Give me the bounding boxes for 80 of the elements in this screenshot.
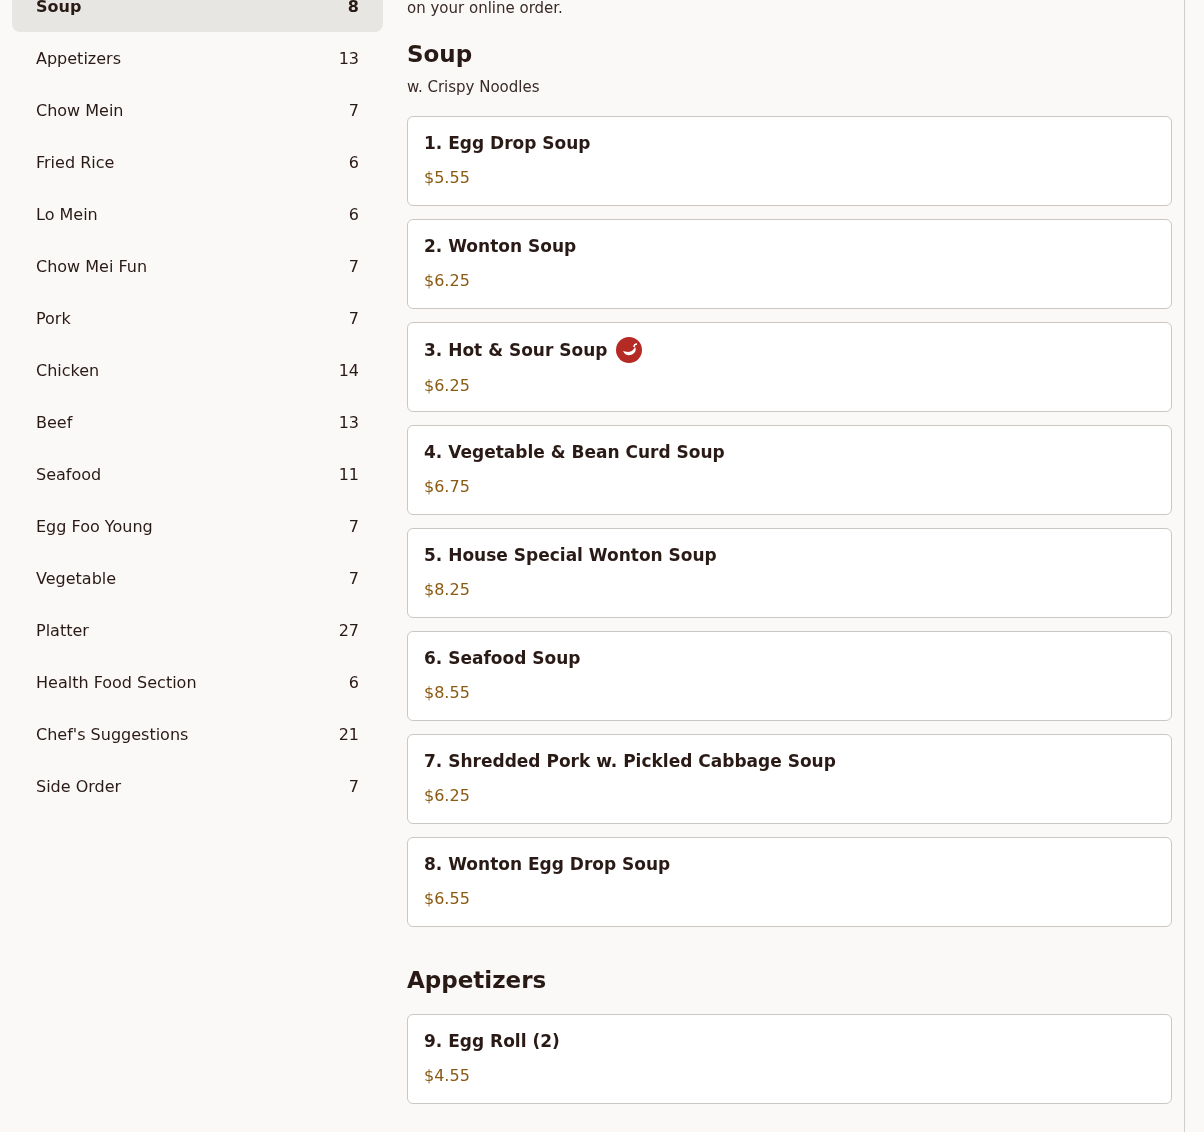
item-price: $6.75: [424, 476, 471, 498]
item-name: 3. Hot & Sour Soup: [424, 339, 608, 362]
section-title: Appetizers: [407, 966, 548, 995]
item-name: 7. Shredded Pork w. Pickled Cabbage Soup: [424, 750, 836, 773]
category-count: 11: [338, 464, 359, 484]
category-name: Fried Rice: [36, 152, 115, 172]
item-price: $6.25: [424, 785, 471, 807]
category-count: 7: [348, 256, 359, 276]
category-name: Chow Mein: [36, 100, 124, 120]
category-item[interactable]: Appetizers 13: [12, 32, 383, 84]
category-name: Platter: [36, 620, 89, 640]
category-count: 27: [338, 620, 359, 640]
category-count: 13: [338, 48, 359, 68]
category-count: 7: [348, 516, 359, 536]
category-count: 6: [348, 672, 359, 692]
order-note: on your online order.: [407, 0, 564, 19]
menu-item-card[interactable]: 2. Wonton Soup $6.25: [407, 219, 1172, 309]
category-count: 7: [348, 568, 359, 588]
category-item[interactable]: Chicken 14: [12, 344, 383, 396]
category-item[interactable]: Side Order 7: [12, 760, 383, 812]
item-price: $4.55: [424, 1065, 471, 1087]
category-name: Lo Mein: [36, 204, 98, 224]
category-item[interactable]: Beef 13: [12, 396, 383, 448]
category-name: Health Food Section: [36, 672, 197, 692]
category-item[interactable]: Soup 8: [12, 0, 383, 32]
category-item[interactable]: Seafood 11: [12, 448, 383, 500]
menu-item-card[interactable]: 3. Hot & Sour Soup $6.25: [407, 322, 1172, 412]
category-item[interactable]: Vegetable 7: [12, 552, 383, 604]
item-name: 6. Seafood Soup: [424, 647, 581, 670]
category-item[interactable]: Pork 7: [12, 292, 383, 344]
menu-item-card[interactable]: 9. Egg Roll (2) $4.55: [407, 1014, 1172, 1104]
category-name: Soup: [36, 0, 82, 16]
item-name: 5. House Special Wonton Soup: [424, 544, 717, 567]
category-item[interactable]: Health Food Section 6: [12, 656, 383, 708]
category-item[interactable]: Egg Foo Young 7: [12, 500, 383, 552]
category-count: 14: [338, 360, 359, 380]
item-price: $6.25: [424, 270, 471, 292]
item-price: $8.25: [424, 579, 471, 601]
section-subtitle: w. Crispy Noodles: [407, 77, 541, 97]
category-name: Chicken: [36, 360, 100, 380]
category-name: Chef's Suggestions: [36, 724, 189, 744]
category-item[interactable]: Chow Mei Fun 7: [12, 240, 383, 292]
category-count: 7: [348, 308, 359, 328]
menu-item-card[interactable]: 4. Vegetable & Bean Curd Soup $6.75: [407, 425, 1172, 515]
item-name: 8. Wonton Egg Drop Soup: [424, 853, 671, 876]
category-count: 7: [348, 100, 359, 120]
category-name: Side Order: [36, 776, 122, 796]
category-count: 7: [348, 776, 359, 796]
item-name: 9. Egg Roll (2): [424, 1030, 560, 1053]
item-price: $5.55: [424, 167, 471, 189]
menu-item-card[interactable]: 5. House Special Wonton Soup $8.25: [407, 528, 1172, 618]
category-count: 13: [338, 412, 359, 432]
item-name: 4. Vegetable & Bean Curd Soup: [424, 441, 725, 464]
category-count: 8: [347, 0, 359, 16]
category-count: 6: [348, 204, 359, 224]
item-price: $8.55: [424, 682, 471, 704]
category-name: Chow Mei Fun: [36, 256, 148, 276]
category-item[interactable]: Chef's Suggestions 21: [12, 708, 383, 760]
item-price: $6.55: [424, 888, 471, 910]
menu-item-card[interactable]: 8. Wonton Egg Drop Soup $6.55: [407, 837, 1172, 927]
section-title: Soup: [407, 40, 474, 69]
category-item[interactable]: Lo Mein 6: [12, 188, 383, 240]
category-name: Appetizers: [36, 48, 121, 68]
category-name: Egg Foo Young: [36, 516, 153, 536]
category-name: Beef: [36, 412, 73, 432]
chili-icon: [616, 337, 643, 363]
category-count: 6: [348, 152, 359, 172]
item-name: 1. Egg Drop Soup: [424, 132, 591, 155]
category-item[interactable]: Chow Mein 7: [12, 84, 383, 136]
menu-item-card[interactable]: 7. Shredded Pork w. Pickled Cabbage Soup $6.25: [407, 734, 1172, 824]
menu-item-card[interactable]: 1. Egg Drop Soup $5.55: [407, 116, 1172, 206]
category-count: 21: [338, 724, 359, 744]
category-item[interactable]: Fried Rice 6: [12, 136, 383, 188]
item-price: $6.25: [424, 375, 471, 397]
item-name: 2. Wonton Soup: [424, 235, 577, 258]
category-item[interactable]: Platter 27: [12, 604, 383, 656]
category-name: Seafood: [36, 464, 102, 484]
category-name: Pork: [36, 308, 71, 328]
category-name: Vegetable: [36, 568, 117, 588]
menu-item-card[interactable]: 6. Seafood Soup $8.55: [407, 631, 1172, 721]
